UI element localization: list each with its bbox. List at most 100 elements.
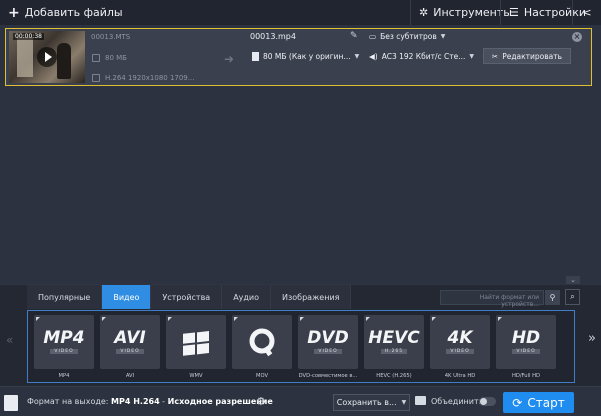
output-format-info[interactable]: Формат на выходе: MP4 H.264 - Исходное р…: [27, 397, 273, 406]
tab-3[interactable]: Аудио: [222, 285, 272, 309]
format-label: AVI: [125, 373, 135, 379]
top-toolbar: + Добавить файлы ✲ Инструменты ☰ Настрой…: [0, 0, 601, 25]
play-icon[interactable]: [37, 47, 57, 67]
quicktime-logo-icon: [249, 328, 275, 357]
corner-marker-icon: [36, 317, 40, 321]
output-format-icon: [4, 395, 18, 411]
tab-4[interactable]: Изображения: [271, 285, 352, 309]
arrow-right-icon: ➜: [224, 52, 235, 66]
format-tile-icon: MP4 VIDEO: [34, 315, 94, 369]
source-file-size: 80 МБ: [105, 54, 127, 62]
duration-label: 00:00:38: [13, 33, 44, 40]
windows-logo-icon: [183, 331, 209, 356]
corner-marker-icon: [234, 317, 238, 321]
share-button[interactable]: <: [572, 0, 601, 25]
format-logo-text: HD: [511, 328, 541, 348]
source-file-name: 00013.MTS: [91, 33, 131, 41]
tab-0[interactable]: Популярные: [27, 285, 103, 309]
chevron-down-icon: ▼: [440, 33, 446, 40]
save-to-dropdown[interactable]: Сохранить в... ▼: [333, 394, 410, 411]
chevron-down-icon: ▼: [469, 53, 475, 60]
merge-toggle[interactable]: [479, 397, 496, 406]
format-tile[interactable]: HD VIDEO HD/Full HD: [496, 315, 556, 381]
output-format-separator: -: [159, 397, 168, 406]
format-logo-subtext: VIDEO: [512, 349, 540, 354]
format-tile[interactable]: MOV: [232, 315, 292, 381]
output-format-value: MP4 H.264: [111, 397, 160, 406]
format-logo-text: MP4: [43, 328, 85, 348]
add-files-label: Добавить файлы: [24, 6, 123, 19]
search-icon[interactable]: ⚲: [545, 290, 560, 305]
format-tile[interactable]: HEVC H.265 HEVC (H.265): [364, 315, 424, 381]
corner-marker-icon: [432, 317, 436, 321]
file-size-icon: [92, 54, 100, 62]
corner-marker-icon: [498, 317, 502, 321]
format-logo-subtext: VIDEO: [446, 349, 474, 354]
share-icon: <: [582, 6, 592, 19]
add-files-button[interactable]: + Добавить файлы: [0, 0, 131, 25]
format-label: HD/Full HD: [511, 373, 541, 379]
gear-icon[interactable]: ⚙: [256, 395, 266, 408]
folder-icon[interactable]: [415, 396, 426, 405]
tools-button[interactable]: ✲ Инструменты: [410, 0, 512, 25]
format-tile-icon: AVI VIDEO: [100, 315, 160, 369]
audio-track-label: AC3 192 Кбит/с Сте...: [381, 52, 466, 61]
pencil-icon[interactable]: ✎: [350, 31, 358, 41]
format-logo-text: AVI: [114, 328, 146, 348]
format-tile[interactable]: DVD VIDEO DVD-совместимое в...: [298, 315, 358, 381]
file-list-item[interactable]: 00:00:38 00013.MTS 80 МБ H.264 1920x1080…: [5, 28, 592, 86]
chevron-down-icon: ▼: [401, 399, 407, 406]
audio-track-dropdown[interactable]: ◀) AC3 192 Кбит/с Сте... ▼: [369, 52, 474, 61]
corner-marker-icon: [168, 317, 172, 321]
format-tile[interactable]: AVI VIDEO AVI: [100, 315, 160, 381]
output-size-label: 80 МБ (Как у оригин...: [263, 52, 351, 61]
format-label: DVD-совместимое в...: [298, 373, 358, 379]
close-icon[interactable]: ×: [572, 32, 582, 42]
format-label: 4K Ultra HD: [444, 373, 476, 379]
edit-label: Редактировать: [502, 51, 563, 61]
format-search-input[interactable]: Найти формат или устройств...: [440, 290, 544, 308]
format-tile-icon: 4K VIDEO: [430, 315, 490, 369]
format-tile[interactable]: 4K VIDEO 4K Ultra HD: [430, 315, 490, 381]
corner-marker-icon: [102, 317, 106, 321]
source-codec-info: H.264 1920x1080 1709...: [105, 74, 195, 82]
format-label: MP4: [58, 373, 70, 379]
settings-button[interactable]: ☰ Настройки: [500, 0, 586, 25]
subtitles-icon: ▭: [369, 32, 377, 41]
save-to-label: Сохранить в...: [336, 398, 397, 407]
scroll-right-icon[interactable]: »: [588, 331, 596, 346]
format-logo-text: DVD: [307, 328, 349, 348]
format-logo-text: 4K: [447, 328, 473, 348]
device-detect-icon[interactable]: ⌕: [565, 289, 580, 305]
format-logo-subtext: H.265: [380, 349, 408, 354]
format-tile[interactable]: WMV: [166, 315, 226, 381]
video-thumbnail[interactable]: 00:00:38: [9, 31, 85, 83]
start-button[interactable]: ⟳ Старт: [503, 392, 574, 413]
plus-icon: +: [8, 4, 20, 21]
file-icon: [252, 52, 259, 61]
start-label: Старт: [527, 395, 565, 410]
subtitles-dropdown[interactable]: ▭ Без субтитров ▼: [369, 32, 445, 41]
output-file-name: 00013.mp4: [250, 32, 296, 41]
format-tile-icon: [232, 315, 292, 369]
format-logo-subtext: VIDEO: [50, 349, 78, 354]
tab-1[interactable]: Видео: [102, 285, 152, 309]
format-panel: Популярные Видео Устройства Аудио Изображени…: [0, 284, 601, 386]
format-label: MOV: [255, 373, 269, 379]
format-logo-text: HEVC: [368, 328, 420, 348]
tab-2[interactable]: Устройства: [151, 285, 223, 309]
codec-icon: [92, 74, 100, 82]
corner-marker-icon: [300, 317, 304, 321]
format-tile[interactable]: MP4 VIDEO MP4: [34, 315, 94, 381]
edit-button[interactable]: ✂ Редактировать: [483, 48, 571, 64]
subtitles-label: Без субтитров: [380, 32, 437, 41]
output-size-dropdown[interactable]: 80 МБ (Как у оригин... ▼: [252, 52, 359, 61]
formats-list: MP4 VIDEO MP4 AVI VIDEO AVI WMV MOV DVD VIDEO DVD-…: [27, 310, 575, 383]
format-tile-icon: DVD VIDEO: [298, 315, 358, 369]
speaker-icon: ◀): [369, 52, 378, 61]
scissors-icon: ✂: [491, 51, 499, 61]
scroll-left-icon[interactable]: «: [6, 333, 13, 347]
format-tile-icon: [166, 315, 226, 369]
corner-marker-icon: [366, 317, 370, 321]
format-logo-subtext: VIDEO: [314, 349, 342, 354]
